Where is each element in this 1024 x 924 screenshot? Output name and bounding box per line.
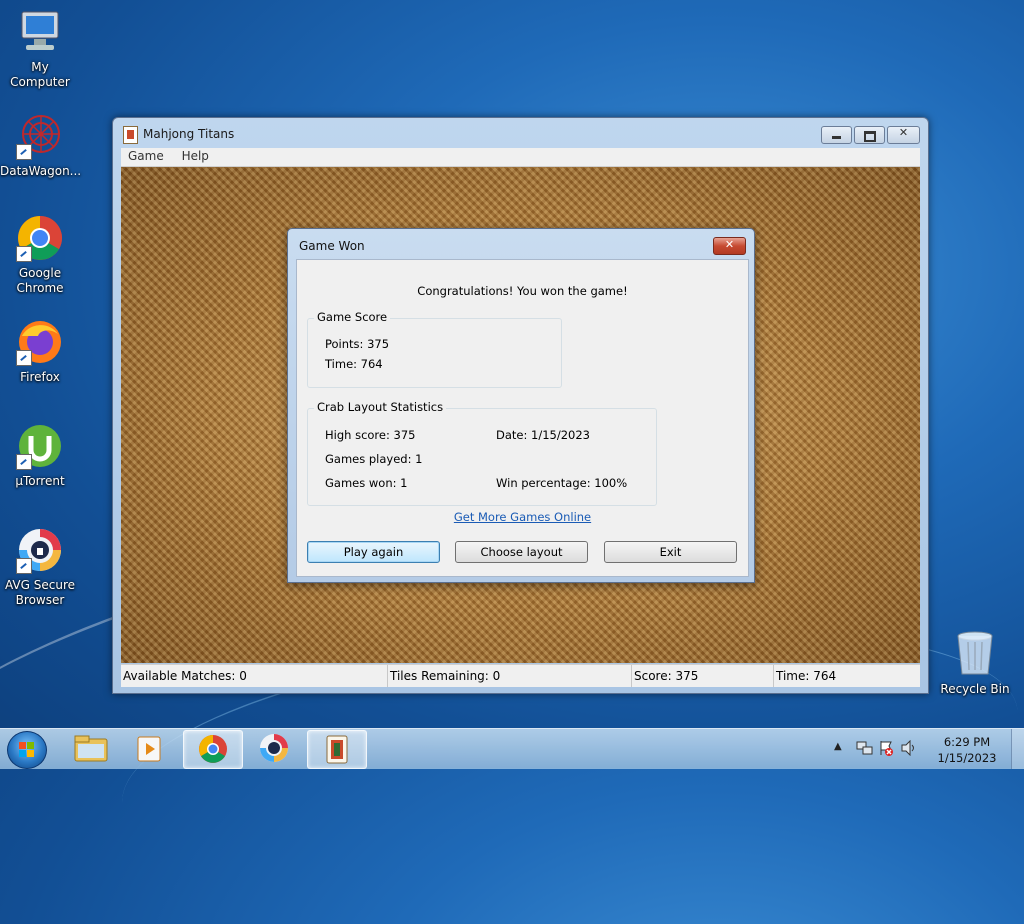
taskbar-chrome[interactable] [183, 730, 243, 769]
datawagon-icon [16, 112, 64, 160]
menu-help[interactable]: Help [175, 148, 216, 164]
high-score-value: High score: 375 [325, 428, 416, 442]
dialog-body: Congratulations! You won the game! Game … [296, 259, 749, 577]
clock-date: 1/15/2023 [937, 751, 997, 765]
congratulations-message: Congratulations! You won the game! [417, 284, 628, 298]
computer-icon [16, 8, 64, 56]
menu-bar: Game Help [121, 148, 920, 167]
network-icon[interactable] [856, 740, 874, 756]
desktop-icon-label: DataWagon... [0, 164, 82, 178]
games-won-value: Games won: 1 [325, 476, 408, 490]
layout-statistics-label: Crab Layout Statistics [314, 400, 447, 414]
volume-icon[interactable] [900, 740, 918, 756]
show-hidden-icons-icon[interactable]: ▲ [834, 741, 842, 752]
exit-button[interactable]: Exit [604, 541, 737, 563]
desktop-icon-label: My Computer [10, 60, 70, 89]
mahjong-tile-icon [123, 126, 138, 144]
desktop-icon-label: µTorrent [15, 474, 65, 488]
games-played-value: Games played: 1 [325, 452, 423, 466]
dialog-title: Game Won [299, 239, 365, 253]
desktop-icon-utorrent[interactable]: µTorrent [0, 422, 80, 489]
mahjong-titans-icon [326, 735, 348, 764]
points-value: Points: 375 [325, 337, 390, 351]
win-percentage-value: Win percentage: 100% [496, 476, 628, 490]
status-tiles-remaining: Tiles Remaining: 0 [387, 665, 630, 687]
firefox-icon [16, 318, 64, 366]
menu-game[interactable]: Game [121, 148, 171, 164]
show-desktop-button[interactable] [1011, 729, 1024, 769]
status-score: Score: 375 [631, 665, 772, 687]
shortcut-arrow-icon [16, 246, 32, 262]
status-available-matches: Available Matches: 0 [123, 669, 247, 683]
game-score-label: Game Score [314, 310, 391, 324]
game-score-group: Game Score Points: 375 Time: 764 [307, 310, 562, 388]
desktop-icon-google-chrome[interactable]: Google Chrome [0, 214, 80, 296]
taskbar-clock[interactable]: 6:29 PM 1/15/2023 [932, 734, 1002, 766]
play-again-button[interactable]: Play again [307, 541, 440, 563]
status-time: Time: 764 [773, 665, 916, 687]
media-player-icon [137, 736, 161, 762]
maximize-button[interactable] [854, 126, 885, 144]
shortcut-arrow-icon [16, 454, 32, 470]
desktop-icon-label: Firefox [20, 370, 60, 384]
time-value: Time: 764 [325, 357, 383, 371]
utorrent-icon [16, 422, 64, 470]
taskbar: ▲ 6:29 PM 1/15/2023 [0, 728, 1024, 769]
layout-statistics-group: Crab Layout Statistics High score: 375 D… [307, 400, 657, 506]
avg-browser-icon [260, 734, 288, 762]
desktop-icon-my-computer[interactable]: My Computer [0, 8, 80, 90]
desktop-icon-recycle-bin[interactable]: Recycle Bin [935, 630, 1015, 697]
window-titlebar[interactable]: Mahjong Titans [113, 118, 928, 150]
recycle-bin-icon [951, 630, 999, 678]
shortcut-arrow-icon [16, 350, 32, 366]
dialog-close-button[interactable] [713, 237, 746, 255]
shortcut-arrow-icon [16, 558, 32, 574]
status-bar: Available Matches: 0 Tiles Remaining: 0 … [121, 664, 920, 687]
taskbar-media-player[interactable] [122, 730, 180, 767]
avg-browser-icon [16, 526, 64, 574]
taskbar-explorer[interactable] [62, 730, 120, 767]
window-title: Mahjong Titans [143, 127, 235, 141]
clock-time: 6:29 PM [943, 735, 991, 749]
date-value: Date: 1/15/2023 [496, 428, 590, 442]
desktop-icon-label: AVG Secure Browser [4, 578, 76, 607]
windows-logo-icon [19, 742, 35, 758]
game-won-dialog[interactable]: Game Won Congratulations! You won the ga… [287, 228, 755, 583]
desktop-icon-datawagon[interactable]: DataWagon... [0, 112, 82, 179]
chrome-icon [199, 735, 227, 763]
choose-layout-button[interactable]: Choose layout [455, 541, 588, 563]
taskbar-mahjong-titans[interactable] [307, 730, 367, 769]
desktop-icon-firefox[interactable]: Firefox [0, 318, 80, 385]
shortcut-arrow-icon [16, 144, 32, 160]
close-button[interactable] [887, 126, 920, 144]
get-more-games-link[interactable]: Get More Games Online [297, 510, 748, 524]
start-button[interactable] [7, 731, 47, 769]
taskbar-avg-browser[interactable] [245, 730, 303, 767]
chrome-icon [16, 214, 64, 262]
action-center-flag-icon[interactable] [878, 740, 894, 756]
desktop-icon-avg-secure-browser[interactable]: AVG Secure Browser [0, 526, 80, 608]
desktop-icon-label: Recycle Bin [940, 682, 1010, 696]
minimize-button[interactable] [821, 126, 852, 144]
windows-explorer-icon [74, 735, 108, 762]
desktop-icon-label: Google Chrome [16, 266, 64, 295]
system-tray: ▲ 6:29 PM 1/15/2023 [834, 729, 1024, 769]
